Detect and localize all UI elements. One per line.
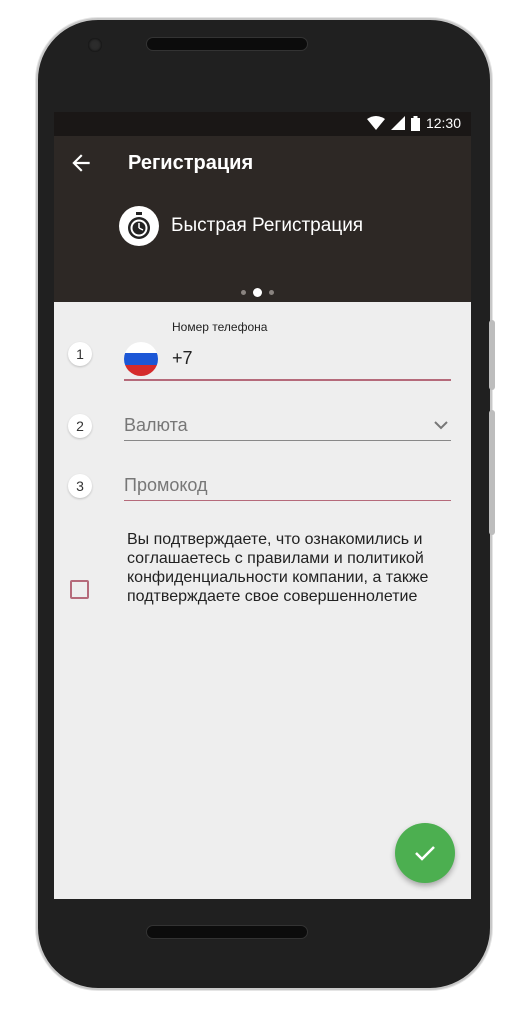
status-bar: 12:30 bbox=[54, 112, 471, 136]
battery-icon bbox=[410, 115, 420, 131]
currency-select[interactable]: Валюта bbox=[124, 415, 188, 436]
page-dot-active[interactable] bbox=[253, 288, 262, 297]
phone-input[interactable]: +7 bbox=[172, 348, 193, 369]
promo-input[interactable]: Промокод bbox=[124, 475, 208, 496]
wifi-icon bbox=[366, 116, 385, 130]
submit-button[interactable] bbox=[395, 823, 455, 883]
page-indicator bbox=[241, 288, 274, 297]
page-dot[interactable] bbox=[269, 290, 274, 295]
page-title: Регистрация bbox=[128, 152, 254, 174]
bottom-speaker bbox=[146, 925, 308, 939]
status-time: 12:30 bbox=[425, 115, 461, 131]
stopwatch-icon bbox=[119, 206, 159, 246]
arrow-left-icon[interactable] bbox=[68, 150, 94, 176]
step-number-3: 3 bbox=[68, 474, 92, 498]
step-number-1: 1 bbox=[68, 342, 92, 366]
currency-underline bbox=[124, 440, 451, 441]
consent-checkbox[interactable] bbox=[70, 580, 89, 599]
phone-underline bbox=[124, 379, 451, 381]
consent-text: Вы подтверждаете, что ознакомились и сог… bbox=[127, 531, 429, 605]
page-dot[interactable] bbox=[241, 290, 246, 295]
check-icon bbox=[415, 846, 435, 861]
app-bar: Регистрация Быстрая Регистрация bbox=[54, 136, 471, 302]
russia-flag-icon[interactable] bbox=[124, 342, 158, 376]
step-number-2: 2 bbox=[68, 414, 92, 438]
signal-icon bbox=[390, 116, 405, 130]
phone-label: Номер телефона bbox=[172, 320, 268, 334]
side-button bbox=[489, 410, 495, 535]
quick-registration-label: Быстрая Регистрация bbox=[171, 215, 364, 236]
screen: 12:30 Регистрация Быстрая Регистрация 1 … bbox=[54, 112, 471, 899]
promo-underline bbox=[124, 500, 451, 501]
quick-registration-header: Быстрая Регистрация bbox=[119, 206, 363, 246]
top-speaker bbox=[146, 37, 308, 51]
front-camera bbox=[88, 38, 102, 52]
chevron-down-icon[interactable] bbox=[434, 420, 448, 430]
side-button bbox=[489, 320, 495, 390]
